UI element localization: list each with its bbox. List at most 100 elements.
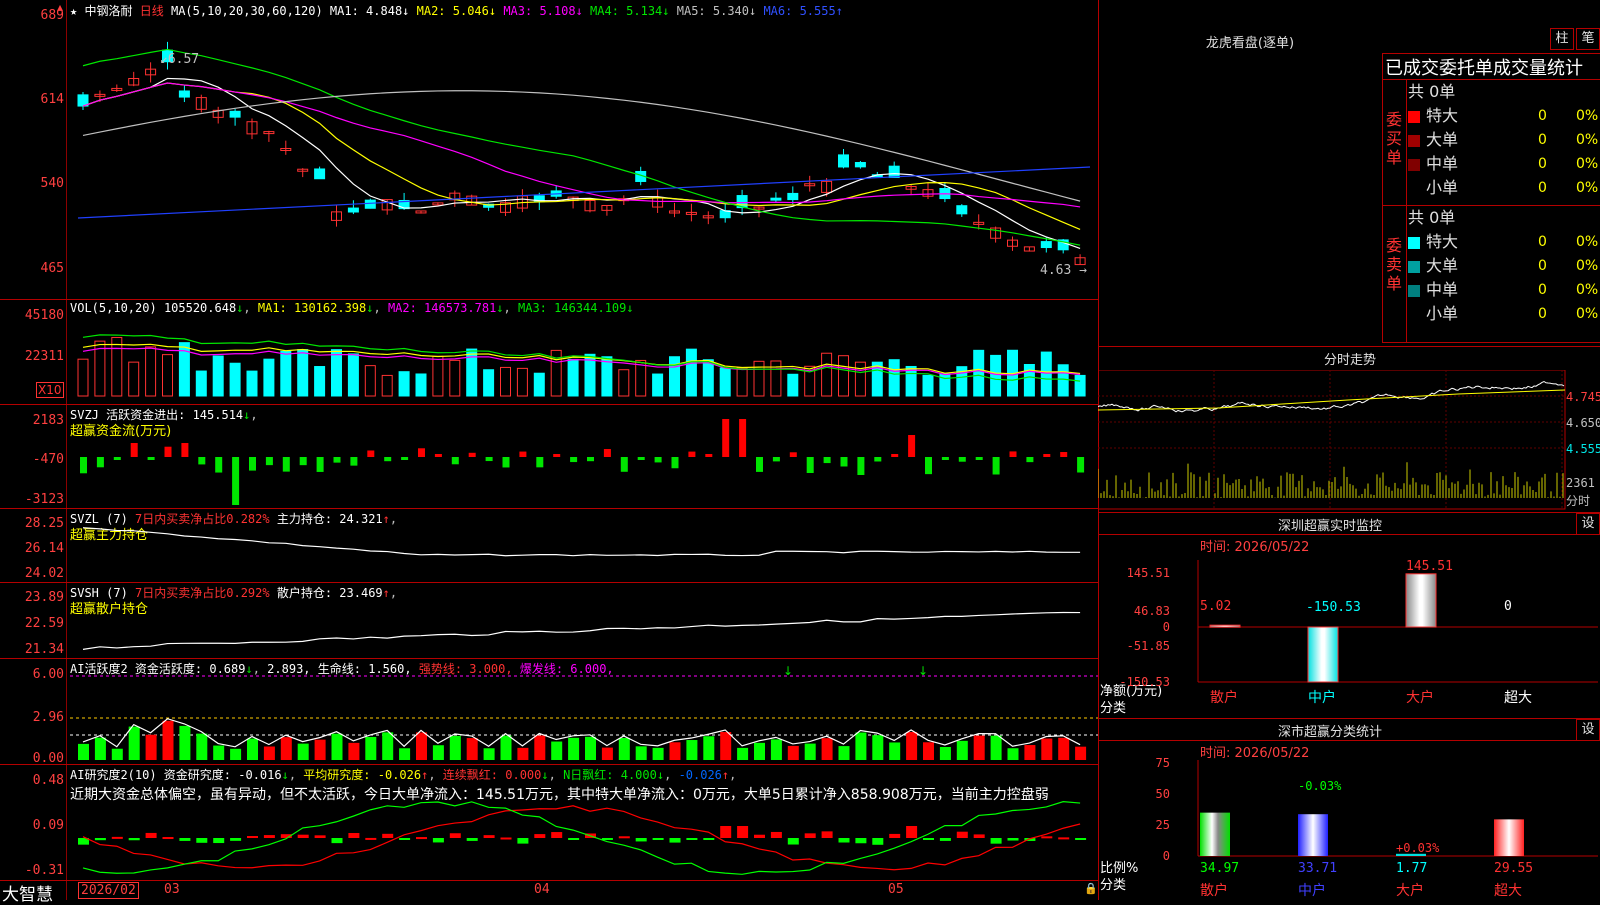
research-bar — [787, 838, 799, 845]
activity-bar — [416, 732, 427, 760]
activity-bar — [280, 737, 292, 760]
research-bar — [314, 835, 326, 838]
fund-flow-bar — [925, 457, 932, 475]
sz-category: 散户 — [1210, 689, 1238, 706]
row-label: 大单 — [1426, 256, 1459, 275]
sz-header-border — [1098, 534, 1600, 535]
row-label: 特大 — [1426, 106, 1459, 125]
order-stat-row: 中单 0 0% — [1408, 152, 1600, 176]
activity-bar — [787, 745, 799, 760]
cls-delta: -0.03% — [1298, 779, 1342, 793]
research-bar — [483, 835, 495, 838]
fund-flow-bar — [1026, 457, 1034, 463]
activity-bar — [804, 743, 816, 760]
volume-bar — [787, 373, 799, 397]
row-count: 0 — [1538, 132, 1547, 148]
research-bar — [365, 837, 377, 840]
volume-bar — [162, 354, 173, 397]
fund-flow-bar — [620, 457, 628, 472]
sz-time: 时间: 2026/05/22 — [1200, 540, 1310, 555]
pen-toggle-button[interactable]: 笔 — [1576, 28, 1600, 50]
activity-bar — [990, 735, 1002, 760]
research-bar — [263, 835, 275, 838]
activity-bar — [585, 736, 596, 760]
color-swatch — [1408, 158, 1420, 171]
main-chart-svg[interactable]: ↙6.57 4.63 → ↓ ↓ — [0, 0, 1098, 900]
fund-flow-bar — [908, 435, 916, 457]
volume-bar — [466, 348, 478, 397]
row-label: 特大 — [1426, 232, 1459, 251]
volume-bar — [821, 352, 833, 397]
activity-bar — [365, 736, 377, 760]
cls-top-border — [1098, 718, 1600, 719]
ma6-line — [77, 166, 1091, 219]
volume-bar — [1040, 351, 1052, 397]
research-bar — [821, 831, 833, 838]
candle — [229, 110, 241, 118]
research-bar — [956, 831, 968, 838]
row-pct: 0% — [1576, 306, 1599, 322]
fund-flow-bar — [603, 449, 611, 457]
research-bar — [906, 826, 918, 838]
candle — [956, 205, 968, 215]
sz-value: 145.51 — [1406, 559, 1453, 574]
fund-flow-bar — [130, 443, 138, 457]
sz-category: 大户 — [1406, 689, 1434, 706]
activity-bar — [247, 738, 258, 760]
order-stat-row: 小单 0 0% — [1408, 176, 1600, 200]
activity-bar — [551, 741, 563, 760]
dragon-title: 龙虎看盘(逐单) — [1205, 36, 1295, 51]
volume-bar — [280, 350, 292, 397]
volume-bar — [77, 358, 89, 397]
activity-bar — [889, 742, 901, 760]
volume-bar — [381, 374, 393, 397]
activity-bar — [720, 732, 732, 760]
research-bar — [331, 838, 343, 844]
activity-bar — [483, 748, 495, 760]
fund-flow-bar — [265, 457, 273, 466]
fund-flow-bar — [198, 457, 206, 465]
research-bar — [128, 838, 140, 841]
cls-value: 29.55 — [1494, 861, 1533, 876]
sz-value: -150.53 — [1306, 600, 1361, 615]
volume-bar — [415, 373, 427, 397]
cls-settings-button[interactable]: 设 — [1576, 719, 1600, 741]
research-bar — [568, 838, 580, 840]
sz-value: 0 — [1504, 599, 1512, 614]
candle — [364, 199, 376, 209]
intraday-unit: 分时 — [1566, 494, 1591, 508]
sz-bar — [1209, 624, 1241, 628]
sz-settings-button[interactable]: 设 — [1576, 513, 1600, 535]
research-bar — [230, 838, 242, 841]
bar-toggle-button[interactable]: 柱 — [1550, 28, 1574, 50]
activity-bar — [1075, 746, 1087, 760]
research-bar — [162, 837, 174, 840]
activity-bar — [314, 739, 326, 760]
intraday-vol: 2361 — [1566, 476, 1595, 490]
volume-bar — [331, 349, 342, 397]
research-bar — [737, 826, 749, 838]
research-bar — [635, 838, 647, 842]
research-bar — [754, 834, 765, 838]
fund-flow-bar — [823, 457, 831, 464]
volume-bar — [1057, 364, 1069, 397]
ma4-line — [82, 48, 1081, 246]
volume-bar — [990, 354, 1002, 397]
activity-bar — [94, 737, 106, 760]
research-bar — [872, 838, 884, 845]
research-bar — [179, 838, 191, 841]
cls-delta: +0.03% — [1396, 841, 1440, 855]
sz-bar — [1405, 573, 1437, 628]
cls-category: 超大 — [1494, 883, 1522, 899]
row-count: 0 — [1538, 180, 1547, 196]
fund-flow-bar — [705, 454, 713, 457]
fund-flow-bar — [249, 457, 256, 471]
activity-bar — [213, 745, 225, 760]
fund-flow-bar — [485, 457, 493, 462]
activity-bar — [297, 743, 309, 760]
activity-bar — [1041, 738, 1053, 760]
intraday-chart[interactable] — [1098, 370, 1566, 510]
cls-category: 中户 — [1298, 882, 1326, 899]
volume-bar — [246, 370, 258, 397]
fund-flow-bar — [992, 457, 1000, 475]
